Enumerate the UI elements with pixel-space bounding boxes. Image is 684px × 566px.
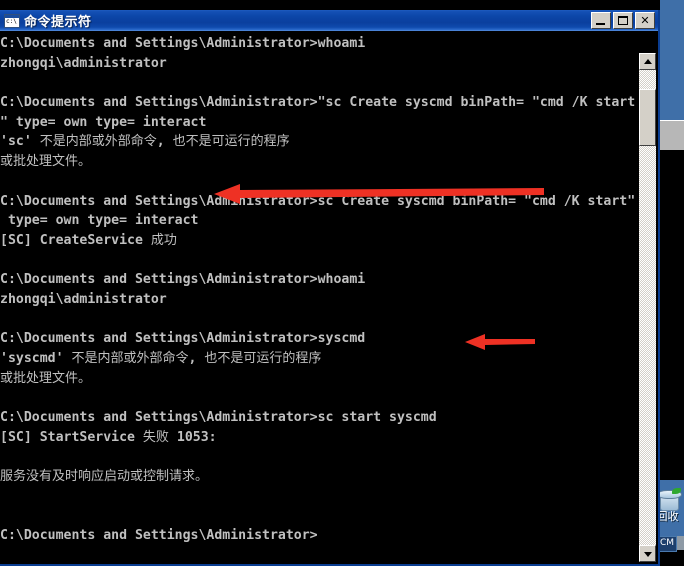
console-line: [SC] CreateService 成功 xyxy=(0,232,177,248)
console-line: C:\Documents and Settings\Administrator> xyxy=(0,528,318,544)
console-line: 或批处理文件。 xyxy=(0,370,92,386)
console-line: " type= own type= interact xyxy=(0,114,207,130)
console-line: 'syscmd' 不是内部或外部命令, 也不是可运行的程序 xyxy=(0,351,322,366)
console-line: C:\Documents and Settings\Administrator>… xyxy=(0,95,636,111)
console-output-area[interactable]: C:\Documents and Settings\Administrator>… xyxy=(0,31,658,564)
close-icon: ✕ xyxy=(640,14,650,27)
scroll-down-icon[interactable] xyxy=(639,545,656,562)
close-button[interactable]: ✕ xyxy=(635,12,655,29)
console-line: C:\Documents and Settings\Administrator>… xyxy=(0,410,437,426)
console-line: type= own type= interact xyxy=(0,213,199,229)
console-line: 'sc' 不是内部或外部命令, 也不是可运行的程序 xyxy=(0,134,290,150)
console-text: C:\Documents and Settings\Administrator>… xyxy=(0,34,636,546)
desktop-panel xyxy=(660,120,684,151)
window-title-bar[interactable]: c:\ 命令提示符 ✕ xyxy=(0,10,658,31)
command-prompt-window: c:\ 命令提示符 ✕ C:\Documents and Settings\Ad… xyxy=(0,10,660,566)
console-icon: c:\ xyxy=(4,13,20,28)
console-line: C:\Documents and Settings\Administrator>… xyxy=(0,36,366,51)
console-line: C:\Documents and Settings\Administrator>… xyxy=(0,331,366,347)
minimize-button[interactable] xyxy=(591,12,611,29)
console-line: 服务没有及时响应启动或控制请求。 xyxy=(0,469,209,485)
taskbar-divider xyxy=(677,536,684,550)
scroll-up-icon[interactable] xyxy=(639,53,656,70)
desktop-dark-region xyxy=(660,150,684,480)
window-controls: ✕ xyxy=(591,12,655,29)
console-line: zhongqi\administrator xyxy=(0,291,167,307)
arrow-createservice-success xyxy=(214,183,544,205)
console-line: C:\Documents and Settings\Administrator>… xyxy=(0,272,366,288)
console-line: [SC] StartService 失败 1053: xyxy=(0,429,217,445)
maximize-button[interactable] xyxy=(613,12,633,29)
console-line: 或批处理文件。 xyxy=(0,154,92,170)
scroll-thumb[interactable] xyxy=(639,89,656,146)
console-line: zhongqi\administrator xyxy=(0,55,167,71)
arrow-sc-start-syscmd xyxy=(465,333,535,351)
window-title: 命令提示符 xyxy=(24,15,92,30)
vertical-scrollbar[interactable] xyxy=(639,53,656,562)
desktop-wallpaper-right xyxy=(660,0,684,120)
